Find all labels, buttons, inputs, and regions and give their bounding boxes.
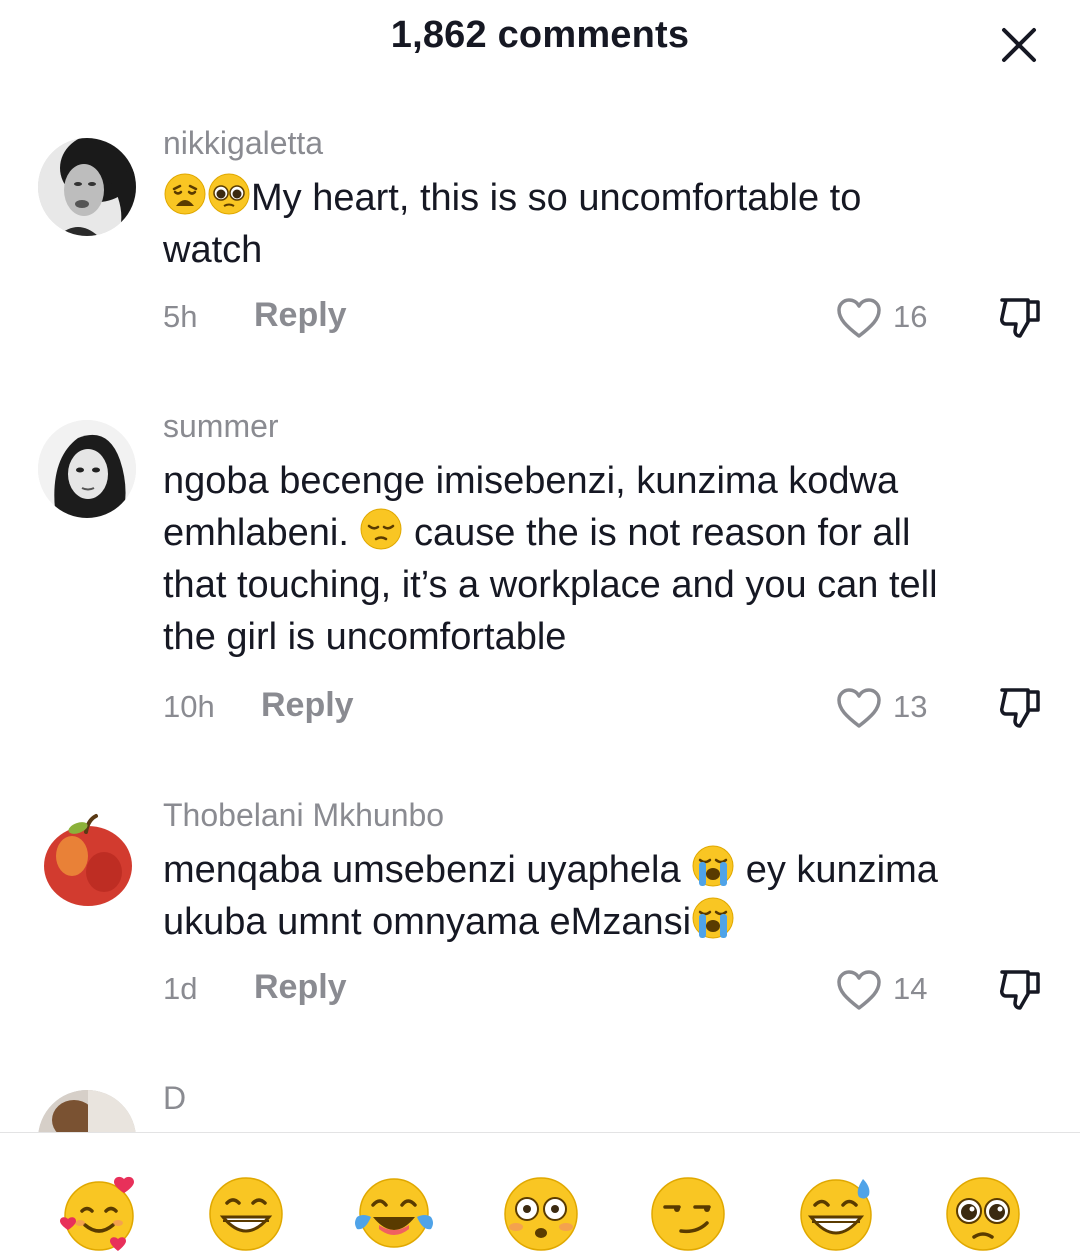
close-icon[interactable] xyxy=(996,22,1042,68)
grinning-face-with-sweat-emoji[interactable] xyxy=(795,1173,877,1255)
like-count: 13 xyxy=(893,689,928,724)
loudly-crying-face-emoji xyxy=(692,845,734,887)
reply-button[interactable]: Reply xyxy=(254,968,347,1007)
comment-username[interactable]: D xyxy=(163,1080,186,1117)
dislike-icon[interactable] xyxy=(996,966,1044,1012)
comment-text-line: ngoba becenge imisebenzi, kunzima kodwa xyxy=(163,460,899,502)
pensive-face-emoji xyxy=(360,508,402,550)
comment-timestamp: 5h xyxy=(163,299,198,334)
face-with-tears-of-joy-emoji[interactable] xyxy=(353,1173,435,1255)
smiling-face-with-hearts-emoji[interactable] xyxy=(58,1173,140,1255)
comment-timestamp: 1d xyxy=(163,971,198,1006)
comment-username[interactable]: summer xyxy=(163,408,279,445)
dislike-icon[interactable] xyxy=(996,684,1044,730)
flushed-face-emoji[interactable] xyxy=(500,1173,582,1255)
loudly-crying-face-emoji xyxy=(692,897,734,939)
like-count: 16 xyxy=(893,299,928,334)
comment-timestamp: 10h xyxy=(163,689,215,724)
like-count: 14 xyxy=(893,971,928,1006)
heart-icon[interactable] xyxy=(836,687,882,729)
pleading-face-emoji xyxy=(208,173,250,215)
comment-text-line: emhlabeni. xyxy=(163,512,360,554)
pleading-face-emoji[interactable] xyxy=(942,1173,1024,1255)
avatar[interactable] xyxy=(38,810,136,908)
grinning-face-emoji[interactable] xyxy=(205,1173,287,1255)
heart-icon[interactable] xyxy=(836,969,882,1011)
comment-text-line: ukuba umnt omnyama eMzansi xyxy=(163,901,692,943)
comment-text-line: the girl is uncomfortable xyxy=(163,616,567,658)
comment-username[interactable]: nikkigaletta xyxy=(163,125,323,162)
comment-username[interactable]: Thobelani Mkhunbo xyxy=(163,797,444,834)
comment-text-line: watch xyxy=(163,229,263,271)
comment-text-line: that touching, it’s a workplace and you … xyxy=(163,564,938,606)
weary-face-emoji xyxy=(164,173,206,215)
heart-icon[interactable] xyxy=(836,297,882,339)
comment-text: menqaba umsebenzi uyaphela ey kunzima uk… xyxy=(163,844,1043,948)
reply-button[interactable]: Reply xyxy=(261,686,354,725)
comment-text-line: cause the is not reason for all xyxy=(403,512,911,554)
comment-text: ngoba becenge imisebenzi, kunzima kodwa … xyxy=(163,455,1043,663)
comment-text-line: menqaba umsebenzi uyaphela xyxy=(163,849,692,891)
comments-count-title: 1,862 comments xyxy=(390,14,690,56)
dislike-icon[interactable] xyxy=(996,294,1044,340)
comments-header: 1,862 comments xyxy=(0,0,1080,80)
reply-button[interactable]: Reply xyxy=(254,296,347,335)
quick-emoji-bar xyxy=(0,1133,1080,1257)
comment-text-line: ey kunzima xyxy=(735,849,938,891)
smirking-face-emoji[interactable] xyxy=(647,1173,729,1255)
avatar[interactable] xyxy=(38,138,136,236)
comment-text-line: My heart, this is so uncomfortable to xyxy=(251,177,862,219)
comment-text: My heart, this is so uncomfortable to wa… xyxy=(163,172,1043,276)
avatar[interactable] xyxy=(38,420,136,518)
